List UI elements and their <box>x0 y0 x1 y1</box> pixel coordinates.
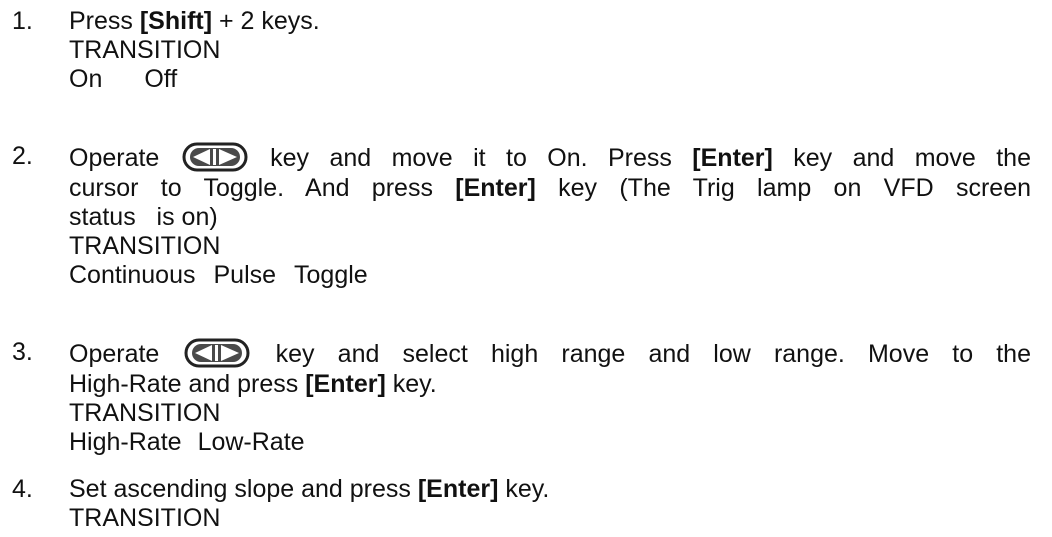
enter-key-label: [Enter] <box>417 475 499 503</box>
step-1-mode: TRANSITION <box>69 36 221 64</box>
step-1-options: On Off <box>69 65 177 94</box>
step-3-options: High-Rate Low-Rate <box>69 428 305 457</box>
option-on: On <box>69 65 103 93</box>
step-3-line-2: High-Rate and press [Enter] key. <box>69 370 437 398</box>
option-low-rate: Low-Rate <box>197 428 305 456</box>
option-toggle: Toggle <box>294 261 368 289</box>
shift-key-label: [Shift] <box>139 7 213 35</box>
option-pulse: Pulse <box>213 261 277 289</box>
step-number: 2. <box>12 142 33 170</box>
step-1-instruction: Press [Shift] + 2 keys. <box>69 7 320 35</box>
enter-key-label: [Enter] <box>305 370 386 398</box>
step-4-instruction: Set ascending slope and press [Enter] ke… <box>69 475 550 503</box>
step-number: 3. <box>12 338 33 366</box>
left-right-arrow-key-icon <box>182 142 248 172</box>
step-2-mode: TRANSITION <box>69 232 221 260</box>
enter-key-label: [Enter] <box>692 144 773 172</box>
step-number: 4. <box>12 475 33 503</box>
step-2-line-2: cursor to Toggle. And press [Enter] key … <box>69 174 1032 202</box>
step-2-line-1: Operate key and move it to On. Press [En… <box>69 142 1031 172</box>
step-2-options: Continuous Pulse Toggle <box>69 261 368 290</box>
step-3-line-1: Operate key and select high range and lo… <box>69 338 1031 368</box>
option-off: Off <box>144 65 178 93</box>
step-4-mode: TRANSITION <box>69 504 221 532</box>
step-3-mode: TRANSITION <box>69 399 221 427</box>
step-number: 1. <box>12 7 33 35</box>
step-2-line-3: status is on) <box>69 203 218 231</box>
enter-key-label: [Enter] <box>455 174 536 202</box>
left-right-arrow-key-icon <box>184 338 250 368</box>
option-continuous: Continuous <box>69 261 196 289</box>
option-high-rate: High-Rate <box>69 428 182 456</box>
